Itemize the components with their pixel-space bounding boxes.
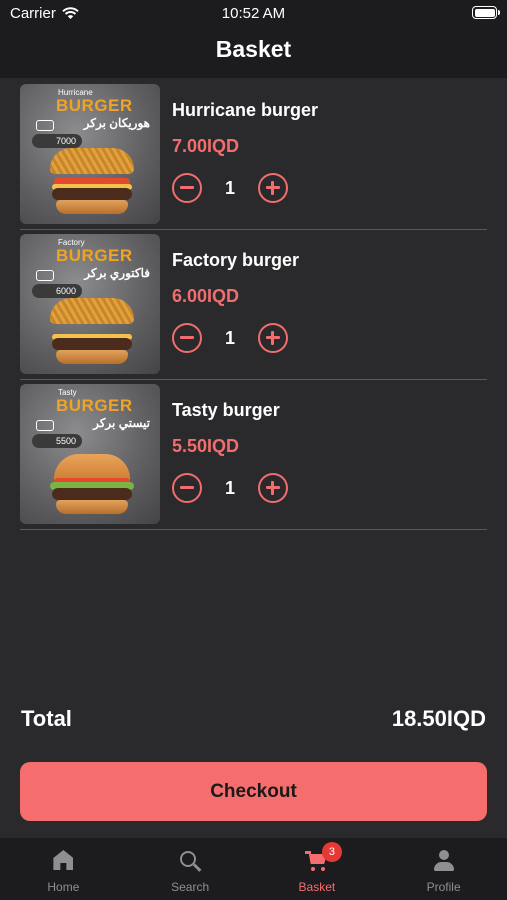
item-price: 5.50IQD bbox=[172, 436, 240, 456]
image-arabic-name: هوريكان بركر bbox=[83, 116, 150, 130]
tab-label: Home bbox=[47, 880, 80, 894]
image-brand: BURGER bbox=[56, 246, 133, 265]
total-value: 18.50IQD bbox=[391, 706, 486, 731]
basket-item: Tasty BURGER تيستي بركر 5500 Tasty burge… bbox=[20, 380, 487, 530]
increase-quantity-button[interactable] bbox=[258, 473, 288, 503]
burger-illustration bbox=[50, 446, 134, 520]
increase-quantity-button[interactable] bbox=[258, 323, 288, 353]
clock: 10:52 AM bbox=[221, 5, 286, 22]
tab-basket[interactable]: 3 Basket bbox=[254, 838, 381, 900]
product-image: Factory BURGER فاكتوري بركر 6000 bbox=[20, 234, 160, 374]
product-image: Tasty BURGER تيستي بركر 5500 bbox=[20, 384, 160, 524]
tab-home[interactable]: Home bbox=[0, 838, 127, 900]
tab-profile[interactable]: Profile bbox=[380, 838, 507, 900]
battery-icon bbox=[472, 6, 500, 19]
checkout-label: Checkout bbox=[210, 780, 297, 802]
quantity-stepper: 1 bbox=[172, 471, 288, 505]
item-name: Tasty burger bbox=[172, 400, 280, 420]
basket-item: Factory BURGER فاكتوري بركر 6000 Factory… bbox=[20, 230, 487, 380]
cow-icon bbox=[36, 420, 54, 431]
image-arabic-name: تيستي بركر bbox=[93, 416, 150, 430]
tab-bar: Home Search 3 Basket Profile bbox=[0, 838, 507, 900]
item-price: 7.00IQD bbox=[172, 136, 240, 156]
page-title: Basket bbox=[215, 36, 292, 62]
burger-illustration bbox=[50, 296, 134, 370]
quantity-value: 1 bbox=[224, 177, 235, 198]
burger-illustration bbox=[50, 146, 134, 220]
product-image: Hurricane BURGER هوريكان بركر 7000 bbox=[20, 84, 160, 224]
increase-quantity-button[interactable] bbox=[258, 173, 288, 203]
home-icon bbox=[50, 848, 76, 874]
app-header: Carrier 10:52 AM Basket bbox=[0, 0, 507, 78]
image-arabic-name: فاكتوري بركر bbox=[84, 266, 150, 280]
cow-icon bbox=[36, 120, 54, 131]
cart-count-badge: 3 bbox=[321, 842, 342, 862]
checkout-button[interactable]: Checkout bbox=[20, 762, 487, 821]
tab-label: Profile bbox=[426, 880, 461, 894]
item-name: Factory burger bbox=[172, 250, 300, 270]
decrease-quantity-button[interactable] bbox=[172, 473, 202, 503]
quantity-stepper: 1 bbox=[172, 171, 288, 205]
quantity-value: 1 bbox=[224, 477, 235, 498]
image-brand: BURGER bbox=[56, 396, 133, 415]
quantity-value: 1 bbox=[224, 327, 235, 348]
search-icon bbox=[177, 848, 203, 874]
profile-icon bbox=[431, 848, 457, 874]
status-bar: Carrier 10:52 AM bbox=[0, 0, 507, 28]
total-label: Total bbox=[21, 706, 72, 731]
cart-icon: 3 bbox=[304, 842, 342, 874]
tab-search[interactable]: Search bbox=[127, 838, 254, 900]
total-row: Total 18.50IQD bbox=[21, 706, 486, 732]
item-name: Hurricane burger bbox=[172, 100, 319, 120]
basket-list: Hurricane BURGER هوريكان بركر 7000 Hurri… bbox=[20, 80, 487, 530]
decrease-quantity-button[interactable] bbox=[172, 323, 202, 353]
basket-item: Hurricane BURGER هوريكان بركر 7000 Hurri… bbox=[20, 80, 487, 230]
decrease-quantity-button[interactable] bbox=[172, 173, 202, 203]
item-price: 6.00IQD bbox=[172, 286, 240, 306]
image-brand: BURGER bbox=[56, 96, 133, 115]
tab-label: Basket bbox=[298, 880, 336, 894]
tab-label: Search bbox=[171, 880, 210, 894]
cow-icon bbox=[36, 270, 54, 281]
quantity-stepper: 1 bbox=[172, 321, 288, 355]
